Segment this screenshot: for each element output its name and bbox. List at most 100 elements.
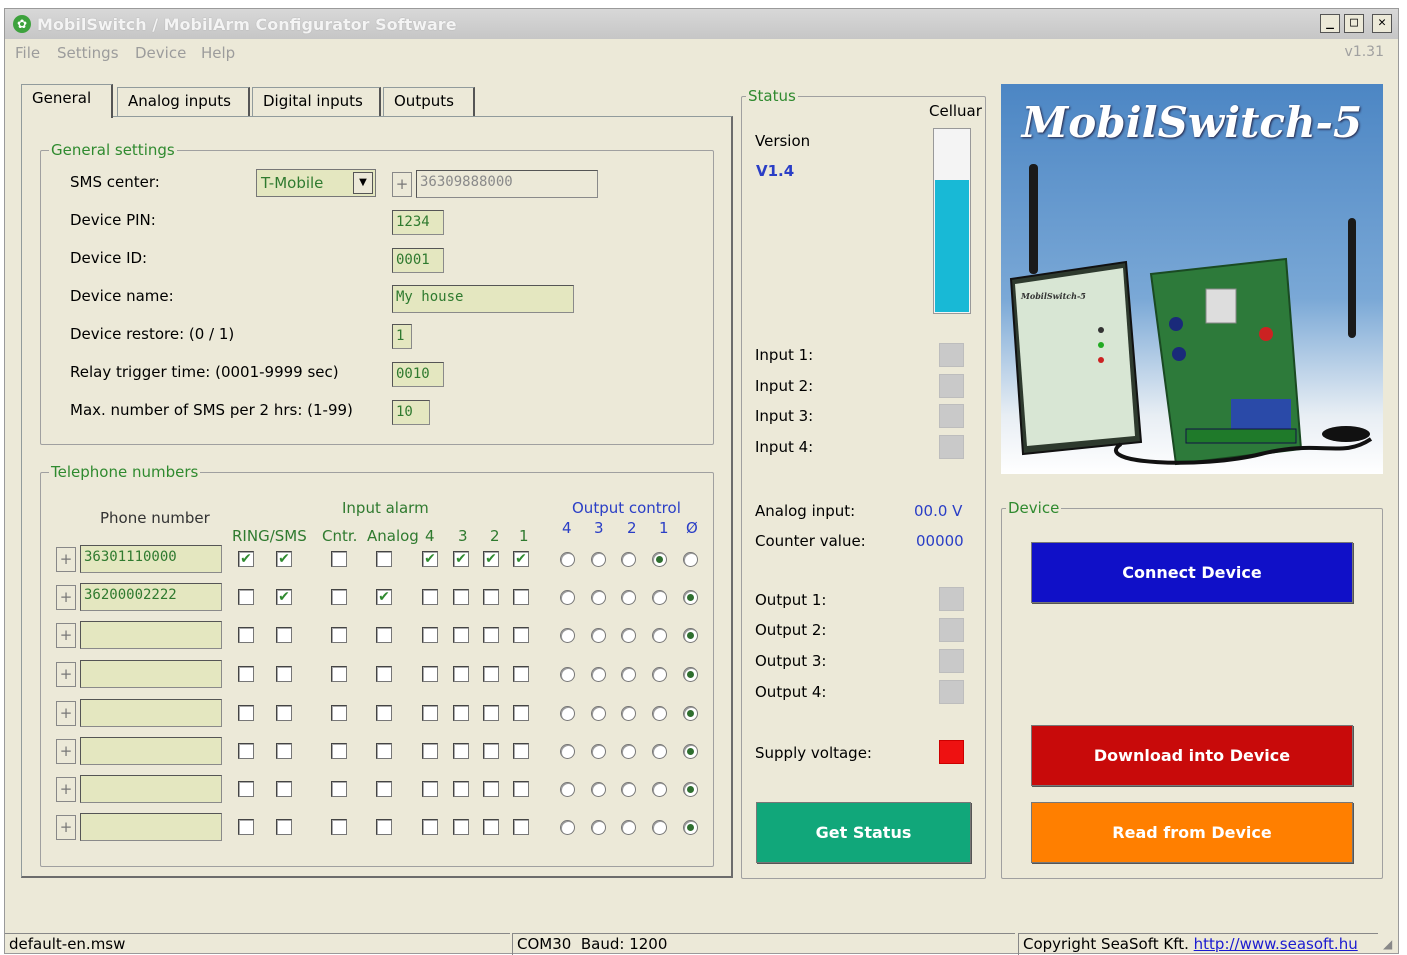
phone-number-field[interactable]: 36200002222 [80, 583, 222, 611]
input-alarm-4-checkbox[interactable] [422, 781, 438, 797]
ring-checkbox[interactable] [238, 705, 254, 721]
output-control-radio[interactable] [683, 590, 698, 605]
analog-checkbox[interactable] [376, 743, 392, 759]
maximize-icon[interactable]: □ [1344, 14, 1364, 33]
cntr-checkbox[interactable] [331, 705, 347, 721]
output-control-radio[interactable] [591, 552, 606, 567]
analog-checkbox[interactable] [376, 627, 392, 643]
input-alarm-4-checkbox[interactable] [422, 627, 438, 643]
input-alarm-2-checkbox[interactable] [483, 627, 499, 643]
menu-help[interactable]: Help [201, 44, 235, 62]
ring-checkbox[interactable] [238, 666, 254, 682]
relay-trigger-field[interactable]: 0010 [392, 362, 444, 387]
phone-number-field[interactable] [80, 775, 222, 803]
sms-checkbox[interactable] [276, 627, 292, 643]
output-control-radio[interactable] [683, 706, 698, 721]
cntr-checkbox[interactable] [331, 819, 347, 835]
connect-device-button[interactable]: Connect Device [1031, 542, 1353, 603]
get-status-button[interactable]: Get Status [756, 802, 971, 863]
output-control-radio[interactable] [591, 706, 606, 721]
device-pin-field[interactable]: 1234 [392, 210, 444, 235]
output-control-radio[interactable] [652, 552, 667, 567]
input-alarm-2-checkbox[interactable]: ✔ [483, 551, 499, 567]
output-control-radio[interactable] [560, 820, 575, 835]
output-control-radio[interactable] [591, 667, 606, 682]
cntr-checkbox[interactable] [331, 627, 347, 643]
input-alarm-1-checkbox[interactable] [513, 781, 529, 797]
input-alarm-3-checkbox[interactable] [453, 781, 469, 797]
input-alarm-2-checkbox[interactable] [483, 743, 499, 759]
ring-checkbox[interactable] [238, 819, 254, 835]
close-icon[interactable]: ✕ [1372, 14, 1392, 33]
output-control-radio[interactable] [591, 744, 606, 759]
output-control-radio[interactable] [683, 820, 698, 835]
output-control-radio[interactable] [652, 782, 667, 797]
sms-center-select[interactable]: T-Mobile ▼ [256, 169, 376, 197]
sms-checkbox[interactable]: ✔ [276, 551, 292, 567]
sms-center-number-field[interactable]: 36309888000 [416, 170, 598, 198]
input-alarm-1-checkbox[interactable] [513, 666, 529, 682]
cntr-checkbox[interactable] [331, 666, 347, 682]
device-id-field[interactable]: 0001 [392, 248, 444, 273]
analog-checkbox[interactable] [376, 551, 392, 567]
output-control-radio[interactable] [560, 744, 575, 759]
phone-number-field[interactable] [80, 737, 222, 765]
input-alarm-4-checkbox[interactable] [422, 666, 438, 682]
sms-checkbox[interactable]: ✔ [276, 589, 292, 605]
menu-settings[interactable]: Settings [57, 44, 119, 62]
cntr-checkbox[interactable] [331, 743, 347, 759]
analog-checkbox[interactable] [376, 819, 392, 835]
input-alarm-4-checkbox[interactable] [422, 743, 438, 759]
read-from-device-button[interactable]: Read from Device [1031, 802, 1353, 863]
output-control-radio[interactable] [621, 820, 636, 835]
output-control-radio[interactable] [683, 782, 698, 797]
phone-number-field[interactable] [80, 660, 222, 688]
input-alarm-3-checkbox[interactable] [453, 705, 469, 721]
analog-checkbox[interactable]: ✔ [376, 589, 392, 605]
input-alarm-3-checkbox[interactable] [453, 819, 469, 835]
input-alarm-2-checkbox[interactable] [483, 781, 499, 797]
device-restore-field[interactable]: 1 [392, 324, 412, 349]
sms-checkbox[interactable] [276, 781, 292, 797]
sms-checkbox[interactable] [276, 743, 292, 759]
tab-outputs[interactable]: Outputs [383, 87, 475, 117]
cntr-checkbox[interactable] [331, 589, 347, 605]
output-control-radio[interactable] [652, 628, 667, 643]
input-alarm-1-checkbox[interactable] [513, 589, 529, 605]
input-alarm-1-checkbox[interactable] [513, 705, 529, 721]
output-control-radio[interactable] [560, 667, 575, 682]
output-control-radio[interactable] [560, 552, 575, 567]
cntr-checkbox[interactable] [331, 781, 347, 797]
phone-number-field[interactable]: 36301110000 [80, 545, 222, 573]
output-control-radio[interactable] [591, 820, 606, 835]
output-control-radio[interactable] [652, 590, 667, 605]
output-control-radio[interactable] [652, 706, 667, 721]
output-control-radio[interactable] [621, 628, 636, 643]
tab-analog-inputs[interactable]: Analog inputs [117, 87, 250, 117]
input-alarm-3-checkbox[interactable]: ✔ [453, 551, 469, 567]
input-alarm-1-checkbox[interactable] [513, 743, 529, 759]
output-control-radio[interactable] [560, 706, 575, 721]
menu-device[interactable]: Device [135, 44, 186, 62]
output-control-radio[interactable] [652, 667, 667, 682]
max-sms-field[interactable]: 10 [392, 400, 430, 425]
input-alarm-3-checkbox[interactable] [453, 666, 469, 682]
input-alarm-4-checkbox[interactable] [422, 819, 438, 835]
input-alarm-3-checkbox[interactable] [453, 743, 469, 759]
download-into-device-button[interactable]: Download into Device [1031, 725, 1353, 786]
output-control-radio[interactable] [560, 628, 575, 643]
tab-digital-inputs[interactable]: Digital inputs [252, 87, 381, 117]
minimize-icon[interactable]: _ [1320, 14, 1340, 33]
input-alarm-2-checkbox[interactable] [483, 666, 499, 682]
website-link[interactable]: http://www.seasoft.hu [1194, 935, 1358, 953]
ring-checkbox[interactable] [238, 743, 254, 759]
input-alarm-3-checkbox[interactable] [453, 589, 469, 605]
output-control-radio[interactable] [683, 744, 698, 759]
phone-number-field[interactable] [80, 699, 222, 727]
tab-general[interactable]: General [21, 84, 113, 118]
resize-grip-icon[interactable]: ◢ [1383, 937, 1397, 953]
chevron-down-icon[interactable]: ▼ [353, 172, 373, 194]
ring-checkbox[interactable] [238, 589, 254, 605]
menu-file[interactable]: File [15, 44, 40, 62]
sms-checkbox[interactable] [276, 705, 292, 721]
